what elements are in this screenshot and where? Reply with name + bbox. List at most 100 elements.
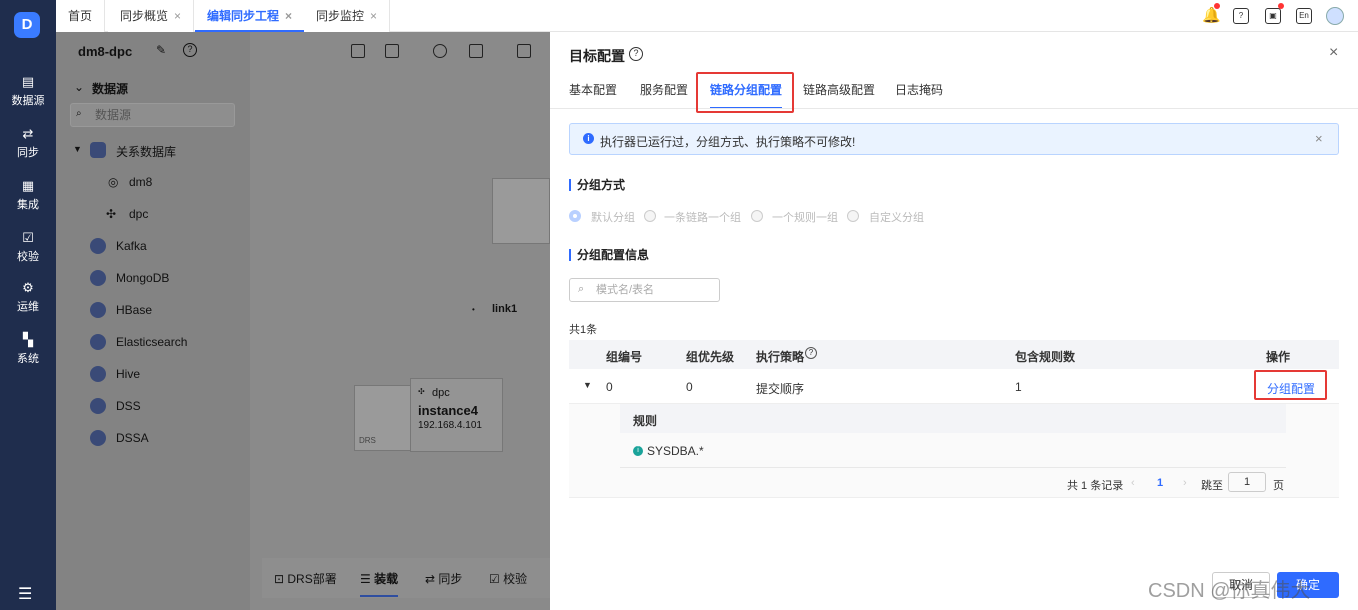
import-icon[interactable] (351, 44, 365, 58)
notification-dot (1278, 3, 1284, 9)
notification-dot (1214, 3, 1220, 9)
schema-table-filter-input[interactable]: 模式名/表名 (569, 278, 720, 302)
close-drawer-icon[interactable]: × (1329, 44, 1338, 62)
close-icon[interactable]: × (174, 9, 181, 23)
radio-label-custom: 自定义分组 (869, 212, 924, 224)
node-db: dpc (432, 387, 450, 399)
check-icon: ☑ (22, 230, 34, 245)
tree-item-elasticsearch[interactable]: Elasticsearch (116, 335, 187, 349)
nav-integration[interactable]: ▦ 集成 (0, 178, 56, 212)
goto-page-input[interactable]: 1 (1228, 472, 1266, 492)
search-icon: ⌕ (578, 283, 585, 295)
verify-button[interactable]: ☑ 校验 (489, 570, 527, 587)
tab-log-mask[interactable]: 日志掩码 (895, 81, 943, 98)
col-action: 操作 (1266, 350, 1291, 364)
tree-item-kafka[interactable]: Kafka (116, 239, 147, 253)
table-header (569, 340, 1339, 369)
highlight-box-tab (696, 72, 794, 113)
elasticsearch-icon (90, 334, 106, 350)
help-icon[interactable]: ? (629, 47, 643, 61)
stop-icon[interactable] (517, 44, 531, 58)
radio-one-link-one-group[interactable] (644, 210, 656, 222)
table-row (569, 369, 1339, 404)
expand-caret-icon[interactable]: ▼ (583, 380, 592, 390)
nav-datasource[interactable]: ▤ 数据源 (0, 74, 56, 108)
close-icon[interactable]: × (285, 9, 292, 23)
total-count: 共1条 (569, 324, 598, 336)
watermark: CSDN @你真伟大 (1148, 580, 1311, 602)
ops-icon: ⚙ (22, 280, 34, 295)
language-icon[interactable]: En (1296, 8, 1312, 24)
nav-ops[interactable]: ⚙ 运维 (0, 280, 56, 314)
prev-page-icon[interactable]: ‹ (1131, 477, 1135, 489)
tab-home[interactable]: 首页 (56, 0, 106, 32)
dpc-icon: ✣ (418, 387, 425, 396)
sync-icon: ⇄ (22, 126, 34, 141)
drs-deploy-button[interactable]: ⊡ DRS部署 (274, 570, 337, 587)
edit-icon[interactable]: ✎ (156, 43, 166, 57)
link-label[interactable]: link1 (492, 303, 517, 315)
tab-sync-overview[interactable]: 同步概览 × (108, 0, 195, 32)
highlight-box-action (1254, 370, 1327, 400)
nav-system[interactable]: ▚ 系统 (0, 332, 56, 366)
tree-group-relational[interactable]: 关系数据库 (116, 143, 176, 160)
refresh-icon[interactable] (433, 44, 447, 58)
goto-label: 跳至 (1201, 480, 1223, 492)
sync-button[interactable]: ⇄ 同步 (425, 570, 462, 587)
hbase-icon (90, 302, 106, 318)
nav-verify[interactable]: ☑ 校验 (0, 230, 56, 264)
tree-item-mongodb[interactable]: MongoDB (116, 271, 169, 285)
cell-rule-count: 1 (1015, 380, 1022, 394)
tree-title: 数据源 (92, 82, 129, 96)
radio-one-rule-one-group[interactable] (751, 210, 763, 222)
node-name: instance4 (418, 403, 478, 418)
tree-item-dm8[interactable]: dm8 (129, 175, 152, 189)
kafka-icon (90, 238, 106, 254)
drs-node-top[interactable] (492, 178, 550, 244)
alert-close-icon[interactable]: × (1315, 131, 1323, 146)
close-icon[interactable]: × (370, 9, 377, 23)
avatar[interactable] (1326, 7, 1344, 25)
collapse-icon[interactable]: ⌄ (74, 80, 84, 94)
left-rail: D ▤ 数据源 ⇄ 同步 ▦ 集成 ☑ 校验 ⚙ 运维 ▚ 系统 ☰ (0, 0, 56, 610)
copy-icon[interactable] (385, 44, 399, 58)
tab-edit-sync-project[interactable]: 编辑同步工程 × (195, 0, 306, 32)
help-icon[interactable]: ? (805, 347, 817, 359)
tab-service-config[interactable]: 服务配置 (640, 81, 688, 98)
tree-item-dpc[interactable]: dpc (129, 207, 148, 221)
menu-toggle-icon[interactable]: ☰ (18, 584, 32, 604)
tab-link-advanced-config[interactable]: 链路高级配置 (803, 81, 875, 98)
drs-tag: DRS (359, 436, 376, 445)
help-doc-icon[interactable]: ? (1233, 8, 1249, 24)
api-icon[interactable]: ▣ (1265, 8, 1281, 24)
caret-down-icon[interactable]: ▼ (73, 144, 82, 154)
nav-sync[interactable]: ⇄ 同步 (0, 126, 56, 160)
sub-table-header (620, 404, 1286, 433)
project-title[interactable]: dm8-dpc (78, 44, 132, 59)
tab-divider (550, 108, 1358, 109)
radio-default-group[interactable] (569, 210, 581, 222)
load-button[interactable]: ☰ 装载 (360, 570, 399, 597)
dss-icon (90, 398, 106, 414)
trash-icon[interactable] (469, 44, 483, 58)
link-dot-icon: • (472, 305, 475, 314)
tab-basic-config[interactable]: 基本配置 (569, 81, 617, 98)
next-page-icon[interactable]: › (1183, 477, 1187, 489)
target-config-drawer (550, 32, 1358, 610)
cell-group-id: 0 (606, 380, 613, 394)
tree-item-hbase[interactable]: HBase (116, 303, 152, 317)
page-unit: 页 (1273, 480, 1284, 492)
tree-item-dss[interactable]: DSS (116, 399, 141, 413)
page-number[interactable]: 1 (1157, 477, 1163, 489)
col-rule-count: 包含规则数 (1015, 350, 1076, 364)
tab-sync-monitor[interactable]: 同步监控 × (304, 0, 391, 32)
help-icon[interactable]: ? (183, 43, 197, 57)
info-icon: i (633, 446, 643, 456)
top-tab-bar: 首页 同步概览 × 编辑同步工程 × 同步监控 × 🔔 ? ▣ En (56, 0, 1358, 32)
tree-item-hive[interactable]: Hive (116, 367, 140, 381)
hive-icon (90, 366, 106, 382)
tree-item-dssa[interactable]: DSSA (116, 431, 149, 445)
radio-custom-group[interactable] (847, 210, 859, 222)
group-info-heading: 分组配置信息 (569, 249, 649, 261)
datasource-search-input[interactable]: 数据源 (70, 103, 235, 127)
